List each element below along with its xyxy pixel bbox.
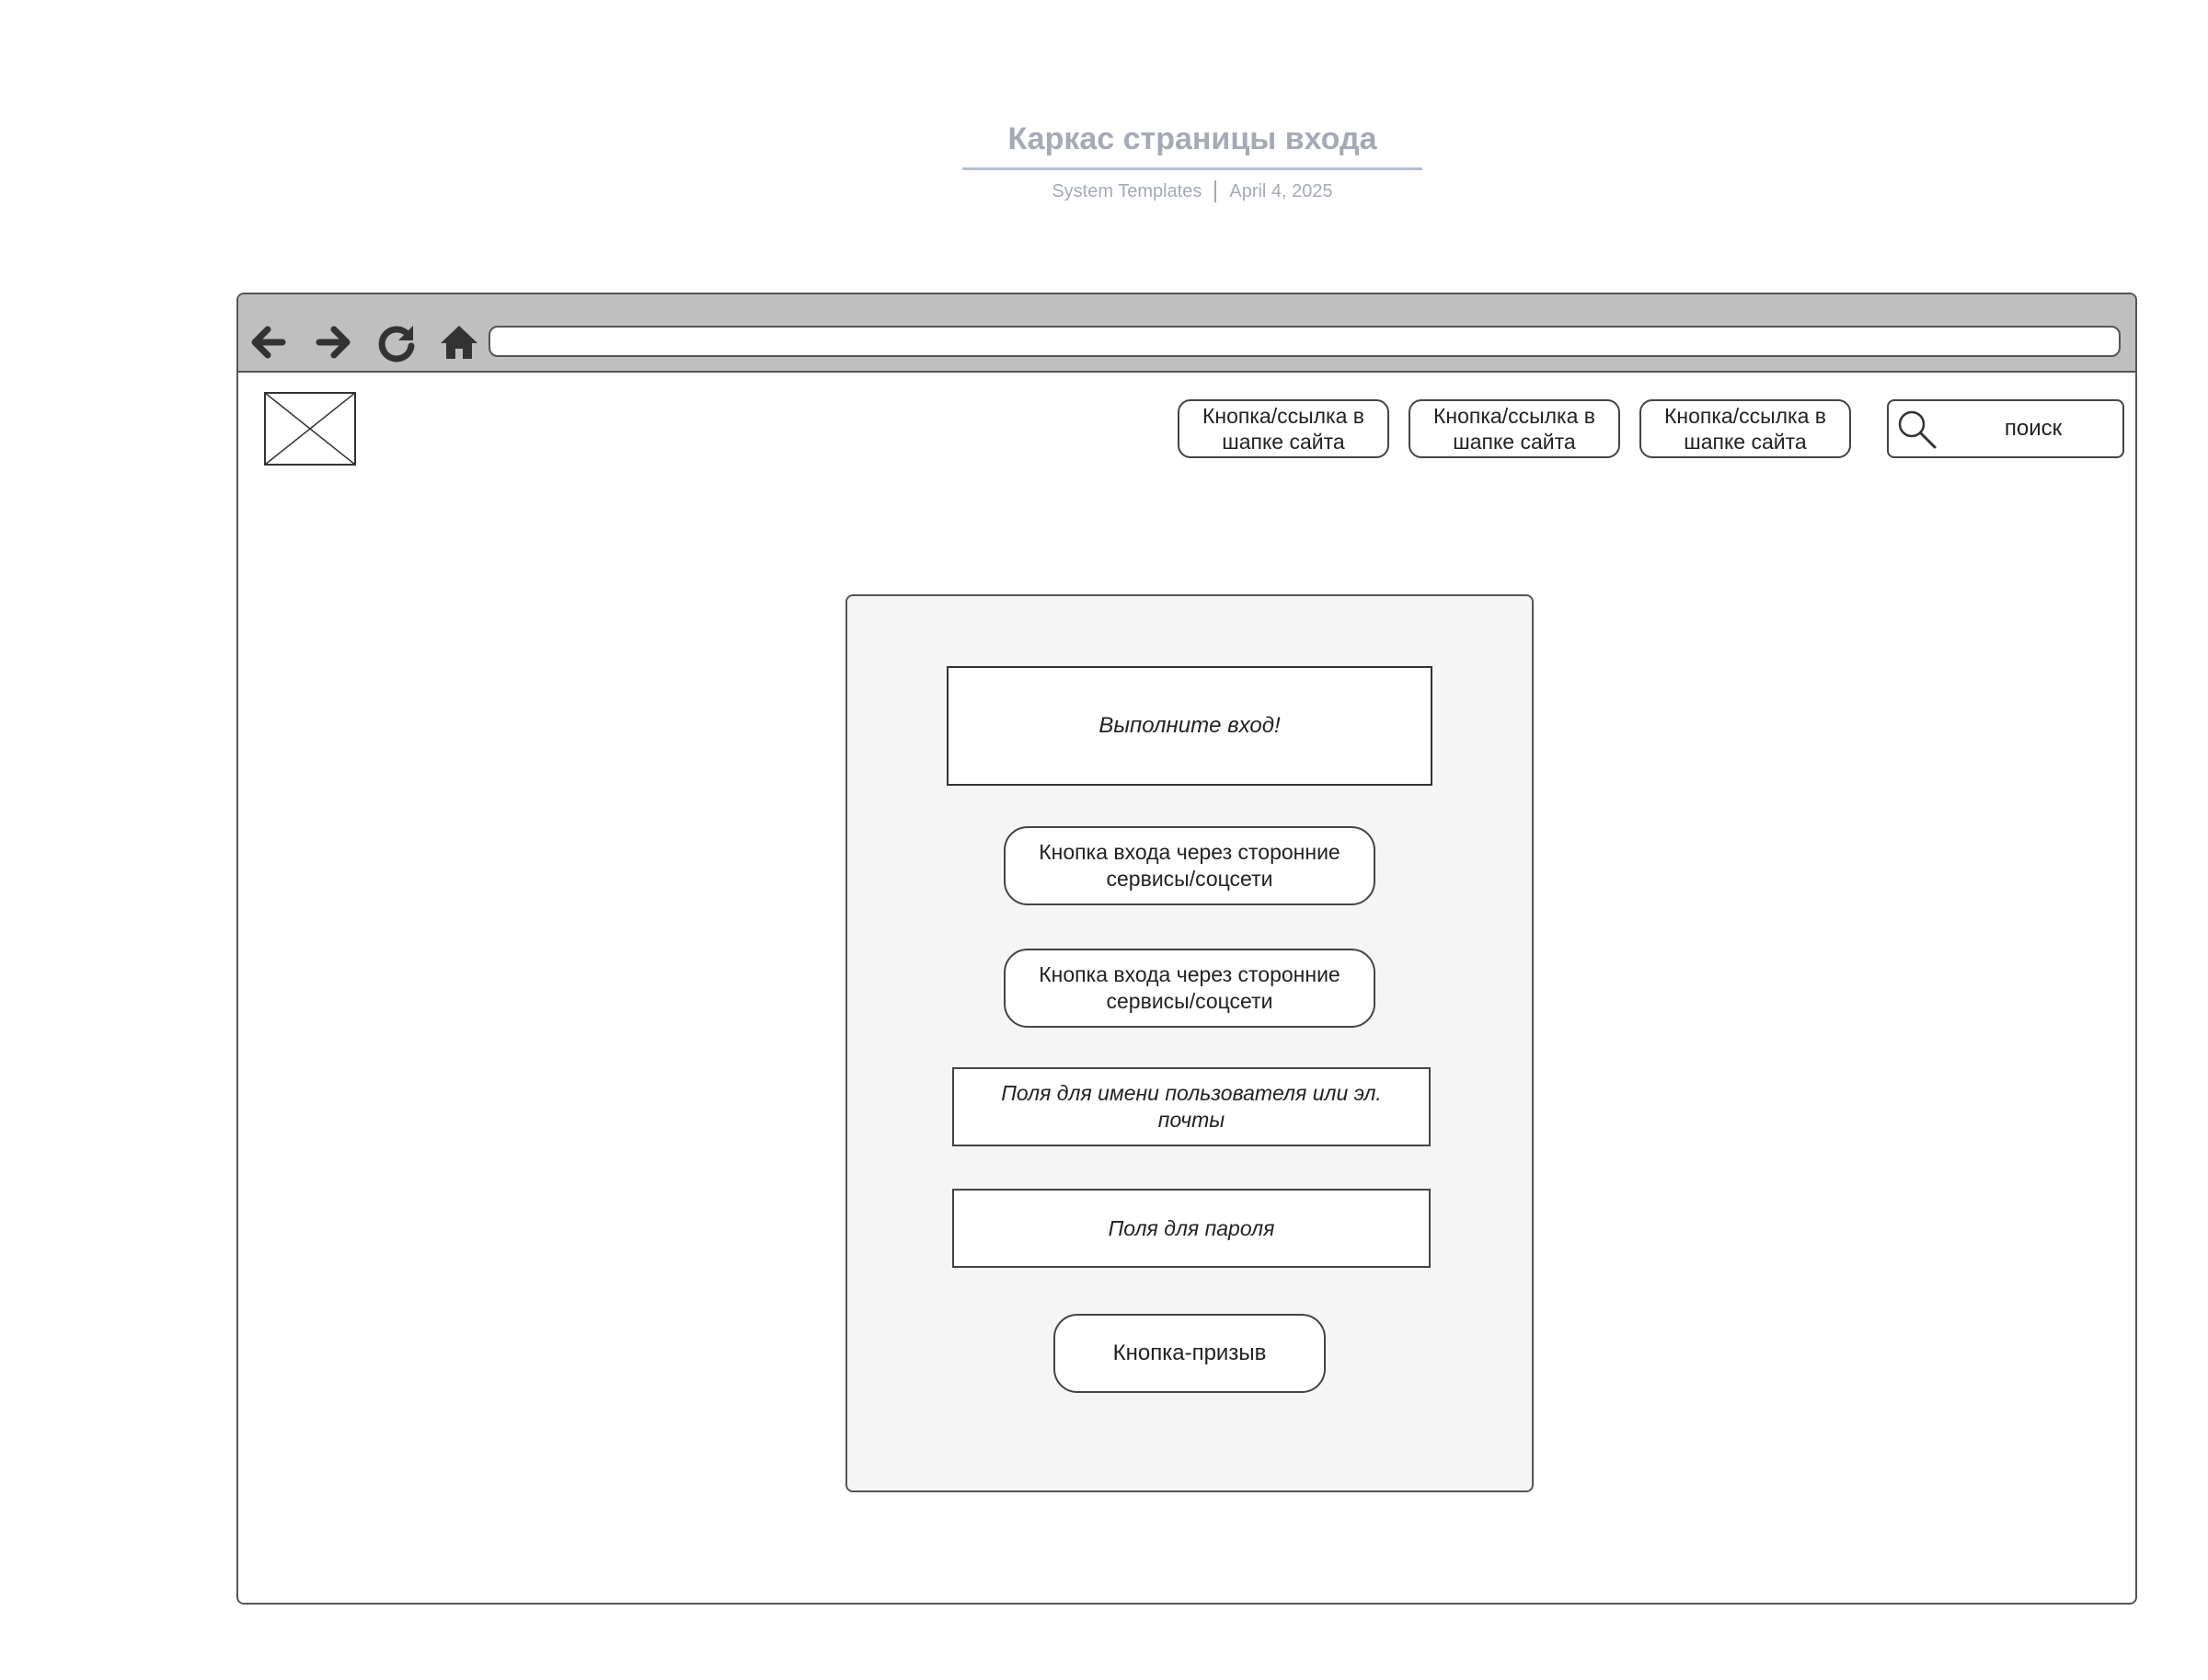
login-card: Выполните вход! Кнопка входа через сторо… — [845, 594, 1534, 1492]
meta-divider — [1214, 180, 1217, 202]
forward-arrow-icon[interactable] — [310, 318, 358, 366]
password-field[interactable]: Поля для пароля — [952, 1189, 1431, 1268]
header-link-2[interactable]: Кнопка/ссылка в шапке сайта — [1409, 399, 1620, 458]
image-placeholder-icon — [264, 392, 356, 466]
browser-toolbar — [238, 294, 2135, 373]
address-bar[interactable] — [489, 326, 2121, 357]
social-login-button-1[interactable]: Кнопка входа через сторонние сервисы/соц… — [1004, 826, 1375, 905]
welcome-message: Выполните вход! — [947, 666, 1432, 786]
reload-icon[interactable] — [373, 318, 420, 366]
back-arrow-icon[interactable] — [244, 318, 292, 366]
document-meta: System Templates April 4, 2025 — [962, 180, 1422, 202]
search-label: поиск — [2004, 416, 2063, 441]
cta-button[interactable]: Кнопка-призыв — [1053, 1314, 1326, 1393]
header-link-1[interactable]: Кнопка/ссылка в шапке сайта — [1178, 399, 1389, 458]
search-box[interactable]: поиск — [1887, 399, 2124, 458]
title-underline — [962, 167, 1422, 170]
browser-window: Кнопка/ссылка в шапке сайта Кнопка/ссылк… — [236, 293, 2137, 1605]
social-login-button-2[interactable]: Кнопка входа через сторонние сервисы/соц… — [1004, 949, 1375, 1028]
search-icon — [1896, 408, 1938, 451]
document-source: System Templates — [1052, 180, 1202, 201]
document-date: April 4, 2025 — [1229, 180, 1333, 201]
header-link-3[interactable]: Кнопка/ссылка в шапке сайта — [1639, 399, 1851, 458]
logo-placeholder — [264, 392, 356, 466]
page-title: Каркас страницы входа — [1007, 121, 1377, 156]
home-icon[interactable] — [435, 318, 483, 366]
username-field[interactable]: Поля для имени пользователя или эл. почт… — [952, 1067, 1431, 1146]
